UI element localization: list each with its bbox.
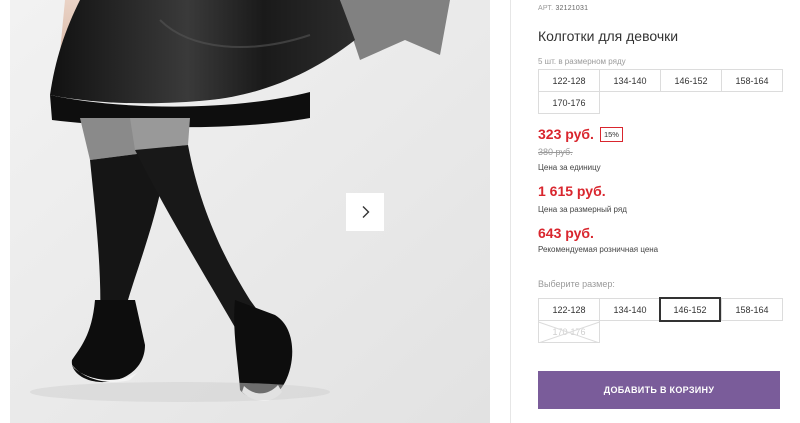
pack-size-cell: 134-140 (599, 69, 661, 92)
product-photo (10, 0, 490, 423)
pack-size-cell: 122-128 (538, 69, 600, 92)
gallery-next-button[interactable] (346, 193, 384, 231)
size-option[interactable]: 134-140 (599, 298, 661, 321)
product-title: Колготки для девочки (538, 28, 679, 44)
choose-size-label: Выберите размер: (538, 279, 615, 289)
price-row: 323 руб. 15% (538, 126, 623, 142)
product-photo-image (10, 0, 490, 423)
unit-price-label: Цена за единицу (538, 163, 601, 172)
article-number: АРТ. 32121031 (538, 5, 588, 12)
size-option-unavailable: 170-176 (538, 320, 600, 343)
pack-size-grid: 122-128 134-140 146-152 158-164 170-176 (538, 69, 783, 114)
size-option-selected[interactable]: 146-152 (659, 297, 721, 322)
chevron-right-icon (362, 206, 370, 218)
discount-badge: 15% (599, 126, 623, 142)
pack-label: 5 шт. в размерном ряду (538, 57, 626, 66)
pack-price-label: Цена за размерный ряд (538, 205, 627, 214)
pack-size-cell: 170-176 (538, 91, 600, 114)
size-selector: 122-128 134-140 146-152 158-164 170-176 (538, 297, 783, 343)
article-code: 32121031 (555, 5, 589, 12)
current-price: 323 руб. (538, 126, 594, 142)
rrp-label: Рекомендуемая розничная цена (538, 245, 659, 254)
rrp-price: 643 руб. (538, 225, 594, 241)
product-gallery (0, 0, 510, 423)
size-option[interactable]: 158-164 (721, 298, 783, 321)
pack-size-cell: 146-152 (660, 69, 722, 92)
pack-size-cell: 158-164 (721, 69, 783, 92)
panel-divider (510, 0, 511, 423)
pack-price: 1 615 руб. (538, 183, 606, 199)
old-price: 380 руб. (538, 147, 573, 157)
add-to-cart-button[interactable]: ДОБАВИТЬ В КОРЗИНУ (538, 371, 780, 409)
size-option[interactable]: 122-128 (538, 298, 600, 321)
article-label: АРТ. (538, 5, 554, 12)
